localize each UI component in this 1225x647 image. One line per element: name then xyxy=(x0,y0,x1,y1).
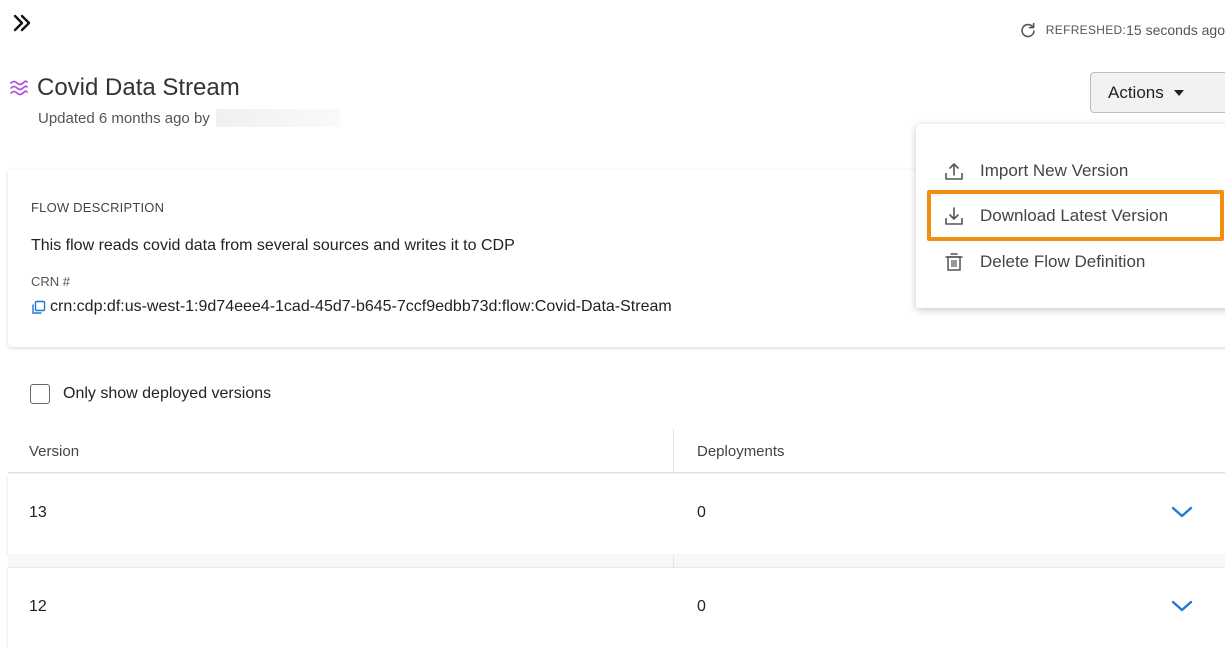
column-header-deployments[interactable]: Deployments xyxy=(697,443,785,460)
flow-title-row: Covid Data Stream xyxy=(9,74,240,102)
stream-waves-icon xyxy=(10,80,28,96)
table-row[interactable]: 13 0 xyxy=(8,474,1225,554)
menu-item-import-new-version[interactable]: Import New Version xyxy=(916,151,1225,191)
updated-text: Updated 6 months ago by xyxy=(38,109,210,127)
table-row[interactable]: 12 0 xyxy=(8,568,1225,647)
actions-menu: Import New Version Download Latest Versi… xyxy=(916,124,1225,308)
refreshed-value: 15 seconds ago xyxy=(1126,22,1225,38)
flow-description-text: This flow reads covid data from several … xyxy=(31,237,515,254)
actions-button[interactable]: Actions xyxy=(1090,72,1225,113)
deployments-cell: 0 xyxy=(697,598,706,615)
actions-button-label: Actions xyxy=(1108,82,1164,102)
only-deployed-checkbox[interactable] xyxy=(30,384,50,404)
upload-icon xyxy=(945,163,963,180)
menu-item-label: Delete Flow Definition xyxy=(980,252,1146,271)
deployments-cell: 0 xyxy=(697,504,706,521)
flow-description-label: FLOW DESCRIPTION xyxy=(31,200,165,215)
row-gap xyxy=(8,554,1225,568)
column-divider xyxy=(673,554,674,568)
refreshed-label: REFRESHED: xyxy=(1045,23,1127,37)
crn-label: CRN # xyxy=(31,274,71,289)
download-icon xyxy=(945,207,963,225)
redacted-username xyxy=(215,109,340,127)
caret-down-icon xyxy=(1173,89,1184,96)
crn-row: crn:cdp:df:us-west-1:9d74eee4-1cad-45d7-… xyxy=(31,298,672,316)
versions-table: Version Deployments 13 0 12 0 xyxy=(8,429,1225,647)
copy-icon[interactable] xyxy=(31,300,46,315)
menu-item-download-latest-version[interactable]: Download Latest Version xyxy=(916,196,1225,236)
updated-info: Updated 6 months ago by xyxy=(38,109,340,127)
page-title: Covid Data Stream xyxy=(37,74,240,101)
column-header-version[interactable]: Version xyxy=(29,443,79,460)
only-deployed-label: Only show deployed versions xyxy=(63,385,272,402)
chevron-down-icon[interactable] xyxy=(1171,504,1193,520)
refresh-icon[interactable] xyxy=(1020,22,1036,38)
table-header: Version Deployments xyxy=(8,429,1225,473)
menu-item-delete-flow-definition[interactable]: Delete Flow Definition xyxy=(916,242,1225,282)
version-cell: 13 xyxy=(29,504,47,521)
only-deployed-filter[interactable]: Only show deployed versions xyxy=(30,384,271,404)
flow-details-page: REFRESHED: 15 seconds ago Covid Data Str… xyxy=(0,0,1225,647)
chevron-down-icon[interactable] xyxy=(1171,598,1193,614)
double-chevron-right-icon[interactable] xyxy=(10,12,36,34)
menu-item-label: Import New Version xyxy=(980,161,1129,180)
crn-value: crn:cdp:df:us-west-1:9d74eee4-1cad-45d7-… xyxy=(50,298,672,315)
version-cell: 12 xyxy=(29,598,47,615)
column-divider xyxy=(673,429,674,473)
menu-item-label: Download Latest Version xyxy=(980,206,1169,225)
trash-icon xyxy=(945,253,963,271)
refresh-status: REFRESHED: 15 seconds ago xyxy=(1020,22,1225,38)
